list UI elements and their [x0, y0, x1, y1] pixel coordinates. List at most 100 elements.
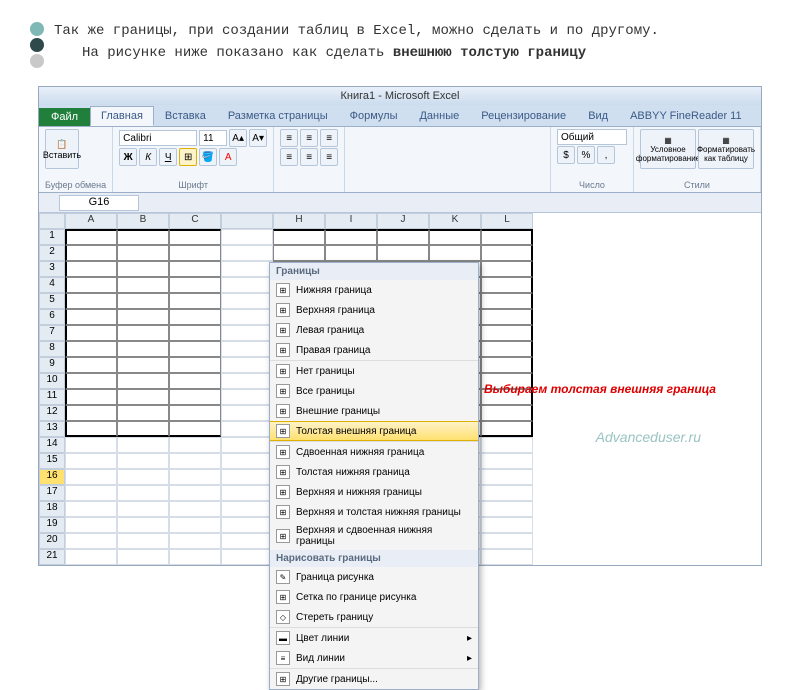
- column-header[interactable]: C: [169, 213, 221, 229]
- row-header[interactable]: 5: [39, 293, 65, 309]
- row-header[interactable]: 13: [39, 421, 65, 437]
- border-menu-item[interactable]: ⊞Толстая внешняя граница: [270, 421, 478, 441]
- border-menu-item[interactable]: ⊞Верхняя и нижняя границы: [270, 482, 478, 502]
- row-header[interactable]: 6: [39, 309, 65, 325]
- cell[interactable]: [117, 373, 169, 389]
- cell[interactable]: [221, 549, 273, 565]
- cell[interactable]: [221, 341, 273, 357]
- row-header[interactable]: 20: [39, 533, 65, 549]
- align-right-icon[interactable]: ≡: [320, 148, 338, 166]
- cell[interactable]: [117, 245, 169, 261]
- row-header[interactable]: 14: [39, 437, 65, 453]
- border-menu-item[interactable]: ⊞Правая граница: [270, 340, 478, 360]
- tab-abbyy[interactable]: ABBYY FineReader 11: [619, 106, 753, 126]
- cell[interactable]: [481, 325, 533, 341]
- cell[interactable]: [221, 533, 273, 549]
- border-draw-item[interactable]: ⊞Другие границы...: [270, 669, 478, 689]
- cell[interactable]: [65, 517, 117, 533]
- cell[interactable]: [221, 261, 273, 277]
- underline-button[interactable]: Ч: [159, 148, 177, 166]
- tab-data[interactable]: Данные: [408, 106, 470, 126]
- cell[interactable]: [221, 485, 273, 501]
- cell[interactable]: [117, 325, 169, 341]
- cell[interactable]: [221, 373, 273, 389]
- row-header[interactable]: 3: [39, 261, 65, 277]
- border-draw-item[interactable]: ✎Граница рисунка: [270, 567, 478, 587]
- cell[interactable]: [221, 229, 273, 245]
- cell[interactable]: [377, 229, 429, 245]
- cell[interactable]: [481, 277, 533, 293]
- format-as-table-button[interactable]: ▦Форматировать как таблицу: [698, 129, 754, 169]
- border-menu-item[interactable]: ⊞Верхняя и толстая нижняя границы: [270, 502, 478, 522]
- cell[interactable]: [221, 389, 273, 405]
- tab-formulas[interactable]: Формулы: [339, 106, 409, 126]
- cell[interactable]: [429, 245, 481, 261]
- cell[interactable]: [117, 261, 169, 277]
- cell[interactable]: [65, 245, 117, 261]
- border-draw-item[interactable]: ▬Цвет линии▸: [270, 628, 478, 648]
- cell[interactable]: [481, 229, 533, 245]
- cell[interactable]: [481, 437, 533, 453]
- row-header[interactable]: 10: [39, 373, 65, 389]
- cell[interactable]: [117, 437, 169, 453]
- tab-insert[interactable]: Вставка: [154, 106, 217, 126]
- cell[interactable]: [481, 245, 533, 261]
- border-draw-item[interactable]: ≡Вид линии▸: [270, 648, 478, 668]
- cell[interactable]: [65, 533, 117, 549]
- cell[interactable]: [169, 293, 221, 309]
- align-left-icon[interactable]: ≡: [280, 148, 298, 166]
- cell[interactable]: [481, 341, 533, 357]
- align-bottom-icon[interactable]: ≡: [320, 129, 338, 147]
- cell[interactable]: [169, 309, 221, 325]
- row-header[interactable]: 21: [39, 549, 65, 565]
- borders-button[interactable]: ⊞: [179, 148, 197, 166]
- cell[interactable]: [117, 389, 169, 405]
- column-header[interactable]: K: [429, 213, 481, 229]
- align-middle-icon[interactable]: ≡: [300, 129, 318, 147]
- cell[interactable]: [481, 309, 533, 325]
- cell[interactable]: [169, 405, 221, 421]
- cell[interactable]: [169, 421, 221, 437]
- align-center-icon[interactable]: ≡: [300, 148, 318, 166]
- row-header[interactable]: 1: [39, 229, 65, 245]
- border-menu-item[interactable]: ⊞Все границы: [270, 381, 478, 401]
- cell[interactable]: [65, 309, 117, 325]
- cell[interactable]: [65, 357, 117, 373]
- column-header[interactable]: L: [481, 213, 533, 229]
- number-format-select[interactable]: Общий: [557, 129, 627, 145]
- cell[interactable]: [481, 549, 533, 565]
- row-header[interactable]: 16: [39, 469, 65, 485]
- cell[interactable]: [481, 405, 533, 421]
- font-size-select[interactable]: 11: [199, 130, 227, 146]
- border-menu-item[interactable]: ⊞Верхняя и сдвоенная нижняя границы: [270, 522, 478, 550]
- cell[interactable]: [117, 309, 169, 325]
- column-header[interactable]: A: [65, 213, 117, 229]
- cell[interactable]: [273, 229, 325, 245]
- cell[interactable]: [481, 261, 533, 277]
- cell[interactable]: [221, 325, 273, 341]
- cell[interactable]: [221, 517, 273, 533]
- cell[interactable]: [117, 341, 169, 357]
- cell[interactable]: [481, 421, 533, 437]
- cell[interactable]: [65, 469, 117, 485]
- cell[interactable]: [169, 501, 221, 517]
- border-menu-item[interactable]: ⊞Нижняя граница: [270, 280, 478, 300]
- conditional-formatting-button[interactable]: ▦Условное форматирование: [640, 129, 696, 169]
- border-menu-item[interactable]: ⊞Внешние границы: [270, 401, 478, 421]
- cell[interactable]: [169, 325, 221, 341]
- cell[interactable]: [65, 485, 117, 501]
- cell[interactable]: [325, 229, 377, 245]
- cell[interactable]: [481, 469, 533, 485]
- tab-review[interactable]: Рецензирование: [470, 106, 577, 126]
- cell[interactable]: [65, 277, 117, 293]
- cell[interactable]: [169, 453, 221, 469]
- cell[interactable]: [221, 501, 273, 517]
- column-header[interactable]: J: [377, 213, 429, 229]
- row-header[interactable]: 9: [39, 357, 65, 373]
- row-header[interactable]: 8: [39, 341, 65, 357]
- cell[interactable]: [481, 485, 533, 501]
- cell[interactable]: [117, 293, 169, 309]
- cell[interactable]: [481, 501, 533, 517]
- name-box[interactable]: G16: [59, 195, 139, 211]
- cell[interactable]: [325, 245, 377, 261]
